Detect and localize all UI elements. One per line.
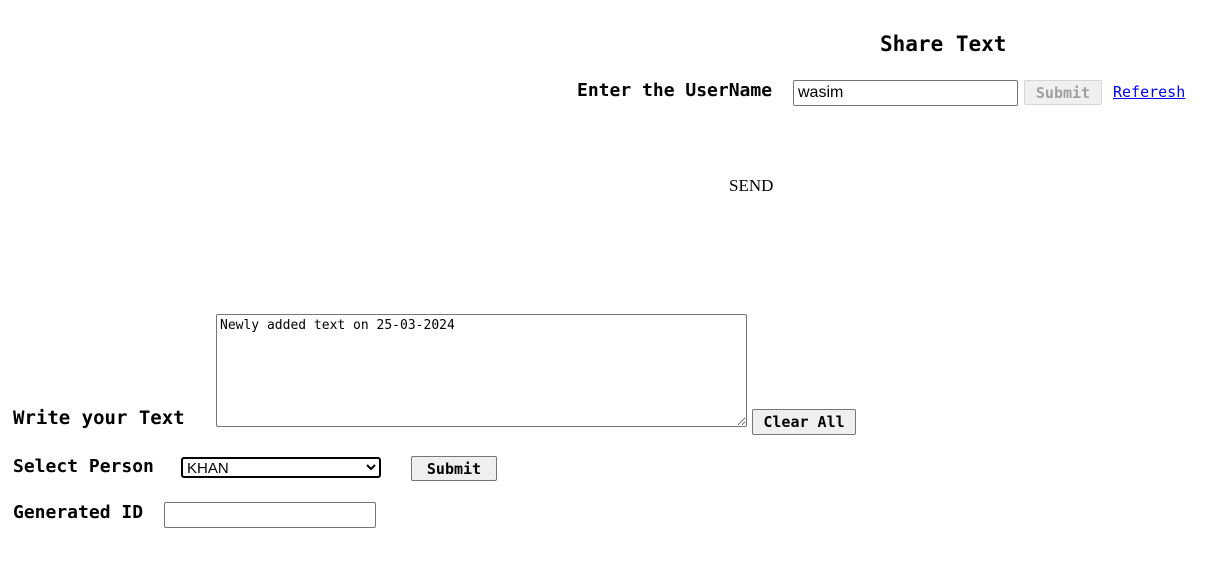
send-label: SEND [729, 176, 774, 195]
clear-all-button[interactable]: Clear All [752, 409, 856, 435]
person-select[interactable]: KHAN [181, 457, 381, 478]
username-submit-button[interactable]: Submit [1024, 80, 1102, 105]
generated-id-input[interactable] [164, 502, 376, 528]
refresh-link[interactable]: Referesh [1113, 83, 1185, 101]
text-area[interactable]: Newly added text on 25-03-2024 [216, 314, 747, 427]
select-person-label: Select Person [13, 456, 154, 477]
generated-id-label: Generated ID [13, 502, 144, 523]
username-label: Enter the UserName [577, 80, 773, 101]
write-text-label: Write your Text [13, 407, 185, 429]
page-title: Share Text [880, 32, 1007, 56]
person-submit-button[interactable]: Submit [411, 456, 497, 481]
username-input[interactable] [793, 80, 1018, 106]
